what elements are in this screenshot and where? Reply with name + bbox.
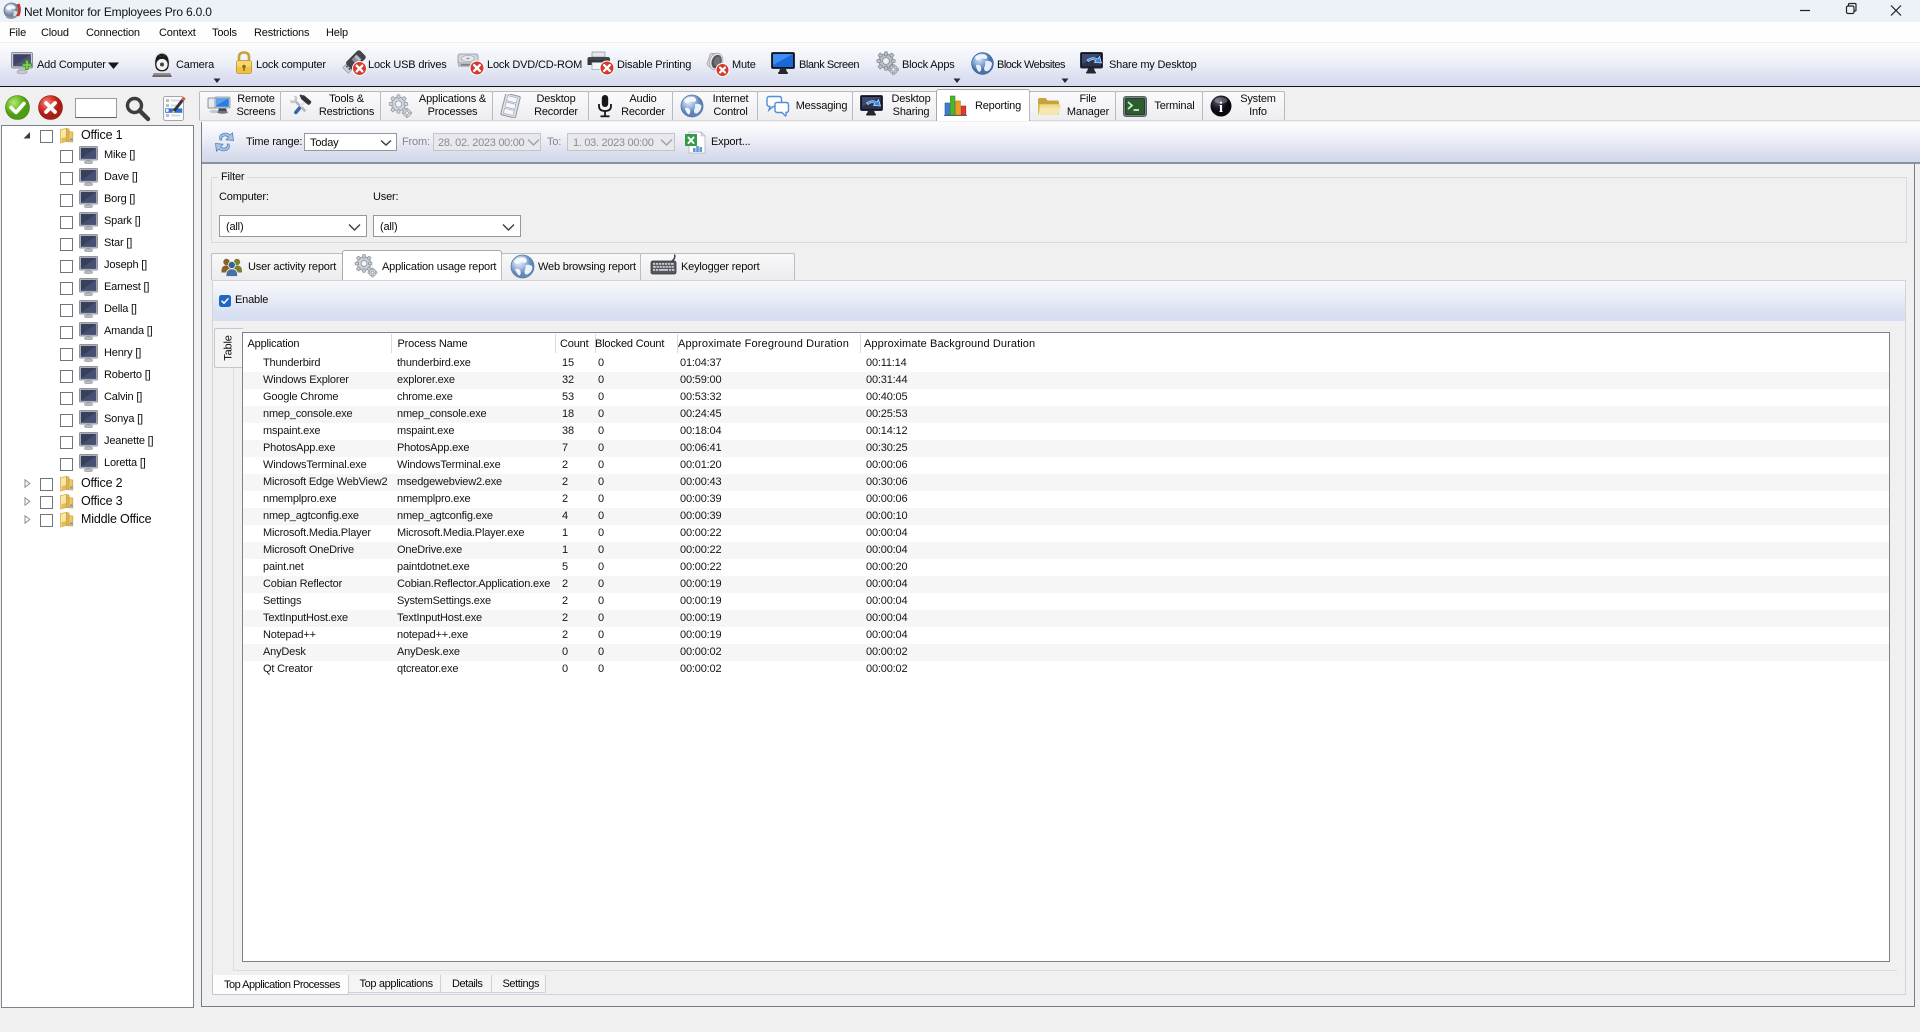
svg-text:i: i: [1219, 100, 1223, 116]
